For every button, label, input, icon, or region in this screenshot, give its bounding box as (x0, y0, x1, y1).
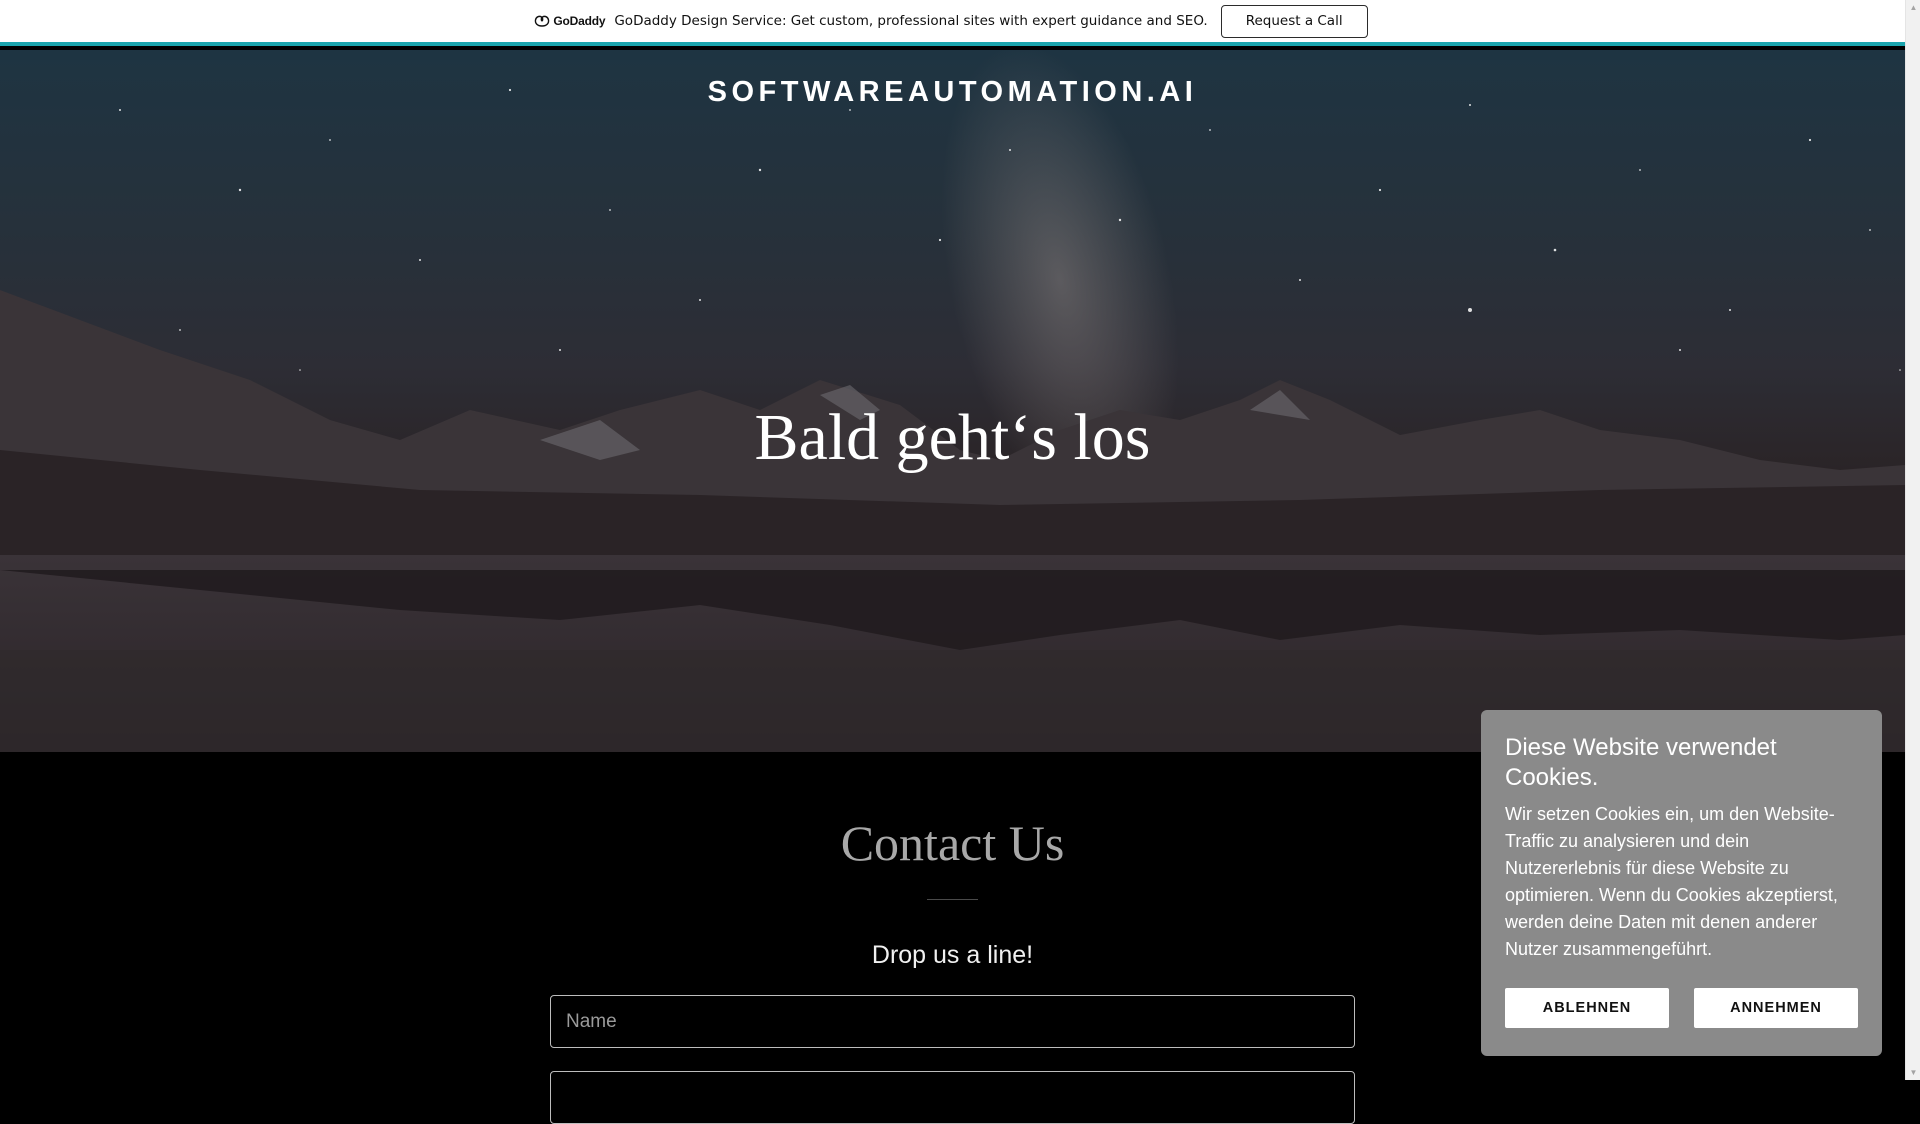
promo-message: GoDaddy Design Service: Get custom, prof… (614, 13, 1208, 29)
page-scrollbar[interactable]: ▲ ▼ (1905, 0, 1920, 1080)
scroll-up-arrow-icon[interactable]: ▲ (1906, 0, 1920, 15)
cookie-banner-text: Wir setzen Cookies ein, um den Website-T… (1505, 804, 1838, 959)
godaddy-logo-icon (534, 15, 550, 27)
promo-bar: GoDaddy GoDaddy Design Service: Get cust… (0, 0, 1905, 46)
hero-section: SOFTWAREAUTOMATION.AI Bald geht‘s los (0, 50, 1905, 752)
hero-heading: Bald geht‘s los (754, 401, 1151, 474)
accept-cookies-button[interactable]: ANNEHMEN (1694, 988, 1858, 1028)
decline-cookies-button[interactable]: ABLEHNEN (1505, 988, 1669, 1028)
scroll-down-arrow-icon[interactable]: ▼ (1906, 1065, 1920, 1080)
cookie-banner: Diese Website verwendet Cookies. Wir set… (1481, 710, 1882, 1056)
promo-content: GoDaddy GoDaddy Design Service: Get cust… (534, 4, 1368, 38)
cookie-banner-title: Diese Website verwendet Cookies. (1505, 734, 1777, 791)
cookie-banner-buttons: ABLEHNEN ANNEHMEN (1505, 988, 1858, 1028)
site-title[interactable]: SOFTWAREAUTOMATION.AI (0, 76, 1905, 109)
contact-divider (927, 899, 978, 900)
email-field[interactable] (550, 1071, 1355, 1124)
request-call-button[interactable]: Request a Call (1220, 4, 1368, 38)
name-field[interactable] (550, 995, 1355, 1048)
godaddy-logo: GoDaddy (534, 14, 606, 28)
godaddy-logo-text: GoDaddy (553, 14, 606, 28)
